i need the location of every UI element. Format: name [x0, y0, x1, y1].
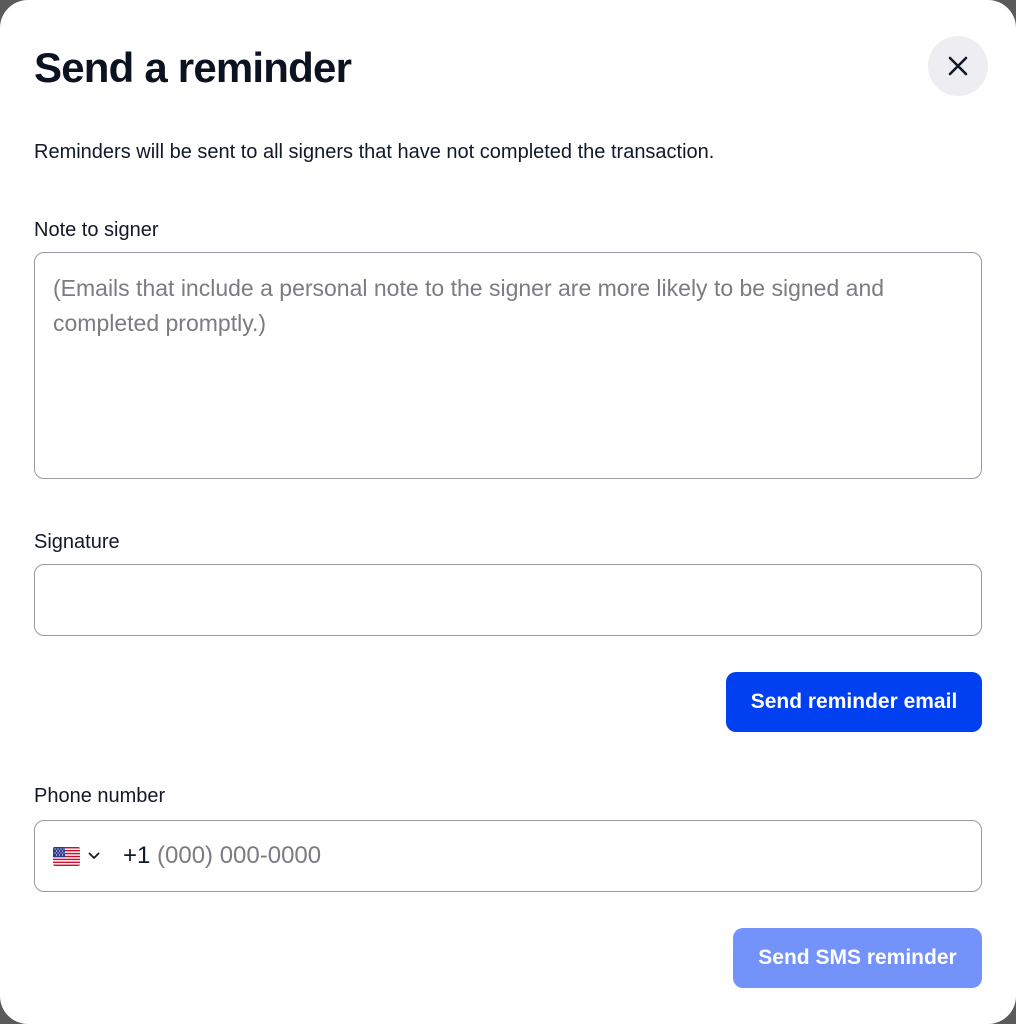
- country-code-select[interactable]: [53, 843, 100, 869]
- dialog-title: Send a reminder: [34, 44, 352, 91]
- us-flag-icon: [53, 846, 80, 866]
- close-icon: [948, 56, 968, 76]
- dial-code: +1: [123, 842, 151, 869]
- signature-label: Signature: [34, 531, 120, 553]
- phone-label: Phone number: [34, 785, 166, 807]
- signature-input[interactable]: [34, 564, 982, 636]
- note-label: Note to signer: [34, 219, 159, 241]
- close-button[interactable]: [928, 36, 988, 96]
- send-reminder-email-button[interactable]: Send reminder email: [726, 672, 982, 732]
- phone-input[interactable]: [157, 835, 957, 877]
- chevron-down-icon: [88, 852, 100, 859]
- send-reminder-dialog: Send a reminder Reminders will be sent t…: [0, 0, 1016, 1024]
- phone-field: +1: [34, 820, 982, 892]
- note-textarea[interactable]: [34, 252, 982, 479]
- dialog-description: Reminders will be sent to all signers th…: [34, 141, 715, 163]
- send-sms-reminder-button[interactable]: Send SMS reminder: [733, 928, 982, 988]
